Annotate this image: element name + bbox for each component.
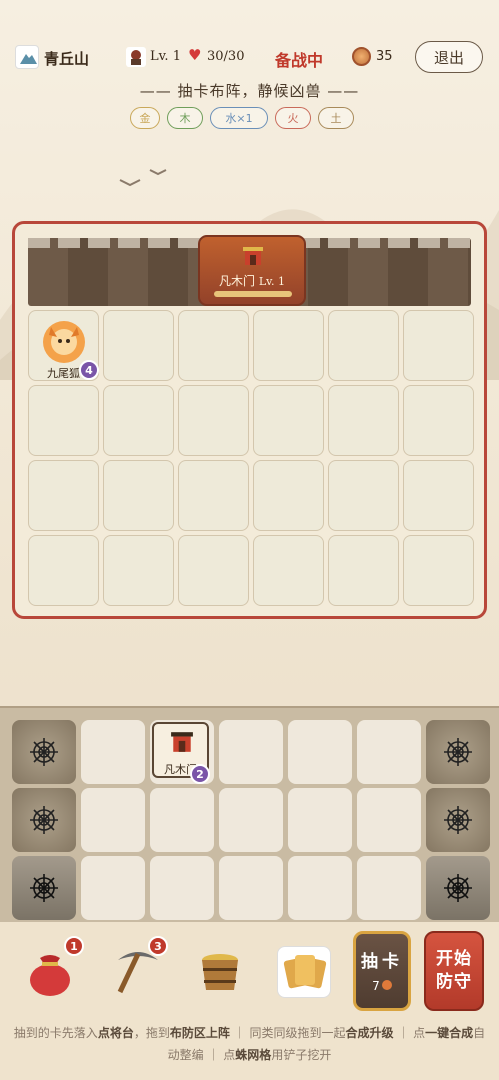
gate-label: 凡木门 Lv. 1 — [218, 274, 286, 288]
fox-icon — [43, 321, 85, 363]
prep-cell[interactable] — [357, 788, 421, 852]
player-hp: 30/30 — [207, 49, 245, 64]
gate-hp-bar — [214, 291, 292, 297]
prep-cell[interactable] — [357, 856, 421, 920]
prep-cell[interactable] — [81, 788, 145, 852]
exit-button[interactable]: 退出 — [415, 41, 483, 73]
deploy-cell[interactable] — [178, 310, 249, 381]
deploy-cell[interactable] — [28, 535, 99, 606]
web-cell[interactable] — [426, 720, 490, 784]
web-cell[interactable] — [12, 720, 76, 784]
start-defense-button[interactable]: 开始 防守 — [424, 931, 484, 1011]
deploy-cell[interactable] — [103, 460, 174, 531]
heart-icon: ♥ — [188, 46, 202, 64]
deploy-cell[interactable] — [103, 535, 174, 606]
deploy-cell[interactable] — [403, 460, 474, 531]
start-label-line1: 开始 — [436, 949, 472, 969]
item-count-badge: 1 — [64, 936, 84, 956]
draw-cost: 7 — [356, 979, 408, 993]
item-count-badge: 3 — [148, 936, 168, 956]
mountain-icon — [15, 45, 39, 69]
prep-cell[interactable] — [81, 720, 145, 784]
deploy-grid: 九尾狐 4 — [28, 310, 474, 606]
game-status: 备战中 — [275, 51, 324, 70]
card-count-badge: 2 — [190, 764, 210, 784]
gate-card[interactable]: 凡木门 Lv. 1 — [198, 235, 306, 306]
deploy-cell[interactable] — [178, 535, 249, 606]
prep-cell[interactable] — [150, 856, 214, 920]
deploy-cell[interactable] — [403, 385, 474, 456]
help-text: 抽到的卡先落入点将台，拖到布防区上阵 ｜ 同类同级拖到一起合成升级 ｜ 点一键合… — [0, 1022, 499, 1080]
gate-icon — [171, 732, 193, 752]
prep-cell[interactable]: 凡木门 2 — [150, 720, 214, 784]
element-tags: 金 木 水×1 火 土 — [130, 107, 354, 129]
card-pack-button[interactable] — [277, 946, 331, 998]
prep-cell[interactable] — [219, 856, 283, 920]
element-tag-fire: 火 — [275, 107, 311, 129]
deploy-cell[interactable] — [328, 310, 399, 381]
warrior-avatar-icon — [126, 47, 146, 67]
deploy-cell[interactable] — [253, 385, 324, 456]
unit-count-badge: 4 — [79, 360, 99, 380]
element-tag-wood: 木 — [167, 107, 203, 129]
spiderweb-icon — [30, 738, 58, 766]
bucket-icon — [202, 954, 238, 990]
draw-card-button[interactable]: 抽卡 7 — [353, 931, 411, 1011]
battlefield: 凡木门 Lv. 1 九尾狐 4 — [12, 221, 487, 619]
deploy-cell[interactable] — [403, 535, 474, 606]
start-label-line2: 防守 — [436, 972, 472, 992]
deploy-cell[interactable] — [328, 535, 399, 606]
spiderweb-icon — [444, 738, 472, 766]
deploy-cell[interactable]: 九尾狐 4 — [28, 310, 99, 381]
prep-cell[interactable] — [288, 788, 352, 852]
spiderweb-icon — [30, 874, 58, 902]
lucky-bag-button[interactable]: 1 — [22, 936, 84, 998]
prep-cell[interactable] — [150, 788, 214, 852]
prep-cell[interactable] — [81, 856, 145, 920]
draw-card-label: 抽卡 — [361, 952, 403, 972]
pickaxe-button[interactable]: 3 — [108, 936, 168, 998]
deploy-cell[interactable] — [328, 385, 399, 456]
spiderweb-icon — [444, 874, 472, 902]
prep-cell[interactable] — [288, 720, 352, 784]
bottom-toolbar: 1 3 抽卡 7 开始 防守 — [0, 922, 499, 1022]
element-tag-water: 水×1 — [210, 107, 268, 129]
coin-count: 35 — [376, 49, 393, 64]
prep-cell[interactable] — [357, 720, 421, 784]
deploy-cell[interactable] — [178, 385, 249, 456]
bucket-button[interactable] — [192, 942, 248, 998]
prep-cell[interactable] — [219, 788, 283, 852]
deploy-cell[interactable] — [253, 535, 324, 606]
deploy-cell[interactable] — [28, 460, 99, 531]
deploy-cell[interactable] — [403, 310, 474, 381]
prep-grid: 凡木门 2 — [12, 720, 490, 920]
spiderweb-icon — [444, 806, 472, 834]
element-tag-earth: 土 — [318, 107, 354, 129]
coin-icon — [352, 47, 371, 66]
cards-icon — [283, 955, 327, 989]
prep-area: 凡木门 2 — [0, 706, 499, 922]
deploy-cell[interactable] — [253, 310, 324, 381]
spiderweb-icon — [30, 806, 58, 834]
web-cell[interactable] — [426, 788, 490, 852]
top-bar: 青丘山 Lv. 1 ♥ 30/30 备战中 35 退出 — [0, 40, 499, 76]
deploy-cell[interactable] — [178, 460, 249, 531]
player-level: Lv. 1 — [150, 49, 181, 64]
stage-subtitle: —— 抽卡布阵，静候凶兽 —— — [139, 82, 360, 100]
deploy-cell[interactable] — [328, 460, 399, 531]
web-cell[interactable] — [12, 788, 76, 852]
web-cell[interactable] — [12, 856, 76, 920]
prep-cell[interactable] — [219, 720, 283, 784]
location-name: 青丘山 — [44, 50, 90, 68]
coin-icon — [381, 980, 392, 990]
web-cell[interactable] — [426, 856, 490, 920]
prep-cell[interactable] — [288, 856, 352, 920]
deploy-cell[interactable] — [103, 310, 174, 381]
deploy-cell[interactable] — [28, 385, 99, 456]
deploy-cell[interactable] — [103, 385, 174, 456]
element-tag-metal: 金 — [130, 107, 160, 129]
gate-icon — [243, 247, 263, 265]
deploy-cell[interactable] — [253, 460, 324, 531]
